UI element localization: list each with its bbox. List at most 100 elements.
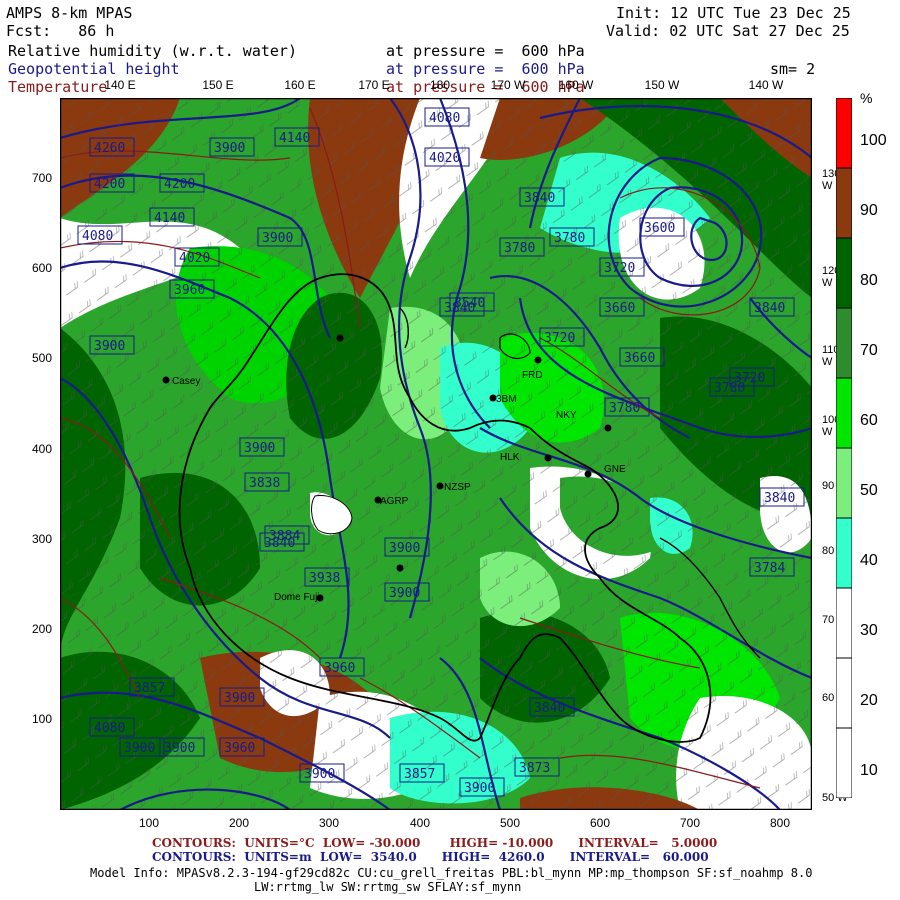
svg-text:3900: 3900 (224, 691, 255, 706)
svg-text:4080: 4080 (429, 111, 460, 126)
place-agrp: AGRP (380, 496, 409, 507)
longitude-top-label: 140 W (748, 78, 784, 92)
svg-text:3900: 3900 (94, 339, 125, 354)
svg-text:3900: 3900 (389, 541, 420, 556)
place-nky: NKY (556, 410, 577, 421)
svg-text:3720: 3720 (604, 261, 635, 276)
field-height-level: at pressure = 600 hPa (386, 60, 585, 78)
colorbar-segment (836, 167, 852, 239)
colorbar-segment (836, 727, 852, 798)
x-tick-label: 700 (679, 816, 701, 830)
longitude-top-label: 180 (429, 78, 451, 92)
y-tick-label: 200 (31, 622, 52, 636)
svg-text:4020: 4020 (179, 251, 210, 266)
svg-text:3938: 3938 (309, 571, 340, 586)
colorbar-label: 90 (860, 202, 878, 219)
colorbar-label: 30 (860, 622, 878, 639)
svg-text:3900: 3900 (244, 441, 275, 456)
height-contour-info: CONTOURS: UNITS=m LOW= 3540.0 HIGH= 4260… (152, 850, 709, 864)
colorbar-segment (836, 587, 852, 659)
svg-text:3660: 3660 (624, 351, 655, 366)
place-gne: GNE (604, 464, 626, 475)
rh-colorbar (836, 98, 852, 798)
y-tick-label: 700 (31, 171, 52, 185)
x-tick-label: 600 (589, 816, 611, 830)
svg-text:3540: 3540 (454, 296, 485, 311)
svg-text:3840: 3840 (534, 701, 565, 716)
rh-height-temp-map: 3BM FRD NZSP AGRP HLK NKY GNE Dome Fuji … (60, 98, 812, 810)
svg-text:3780: 3780 (504, 241, 535, 256)
longitude-top-label: 150 W (644, 78, 680, 92)
colorbar-segment (836, 237, 852, 309)
colorbar-unit: % (860, 90, 873, 106)
svg-text:4140: 4140 (154, 211, 185, 226)
model-info-line2: LW:rrtmg_lw SW:rrtmg_sw SFLAY:sf_mynn (254, 880, 522, 894)
svg-text:3838: 3838 (249, 476, 280, 491)
place-hlk: HLK (500, 452, 520, 463)
svg-text:4260: 4260 (94, 141, 125, 156)
colorbar-segment (836, 447, 852, 519)
y-tick-label: 300 (31, 532, 52, 546)
model-title: AMPS 8-km MPAS (6, 4, 133, 22)
longitude-top-label: 170 W (490, 78, 526, 92)
x-tick-label: 200 (228, 816, 250, 830)
svg-text:3900: 3900 (389, 586, 420, 601)
svg-text:4140: 4140 (279, 131, 310, 146)
svg-text:4020: 4020 (429, 151, 460, 166)
colorbar-label: 70 (860, 342, 878, 359)
svg-text:3960: 3960 (224, 741, 255, 756)
colorbar-label: 80 (860, 272, 878, 289)
svg-text:3884: 3884 (269, 529, 300, 544)
forecast-hour: Fcst: 86 h (6, 22, 115, 40)
svg-text:3900: 3900 (214, 141, 245, 156)
svg-text:4080: 4080 (94, 721, 125, 736)
colorbar-segment (836, 98, 852, 169)
field-rh-name: Relative humidity (w.r.t. water) (8, 42, 297, 60)
svg-text:3900: 3900 (124, 741, 155, 756)
smoothing-label: sm= 2 (770, 60, 816, 78)
colorbar-segment (836, 307, 852, 379)
svg-text:3873: 3873 (519, 761, 550, 776)
y-tick-label: 500 (31, 351, 52, 365)
longitude-top-label: 150 E (202, 78, 234, 92)
svg-text:3900: 3900 (262, 231, 293, 246)
x-tick-label: 300 (318, 816, 340, 830)
colorbar-label: 50 (860, 482, 878, 499)
svg-text:3784: 3784 (754, 561, 785, 576)
colorbar-label: 10 (860, 762, 878, 779)
svg-text:3660: 3660 (604, 301, 635, 316)
svg-text:3857: 3857 (134, 681, 165, 696)
place-dome-fuji: Dome Fuji (274, 592, 320, 603)
x-tick-label: 800 (769, 816, 791, 830)
colorbar-label: 60 (860, 412, 878, 429)
y-tick-label: 600 (31, 261, 52, 275)
longitude-top-label: 140 E (104, 78, 136, 92)
place-nzsp: NZSP (444, 482, 471, 493)
svg-text:3900: 3900 (304, 767, 335, 782)
colorbar-segment (836, 657, 852, 729)
colorbar-segment (836, 517, 852, 589)
svg-text:3720: 3720 (544, 331, 575, 346)
field-temp-name: Temperature (8, 78, 108, 96)
svg-text:3600: 3600 (644, 221, 675, 236)
temperature-contour-info: CONTOURS: UNITS=°C LOW= -30.000 HIGH= -1… (152, 836, 718, 850)
y-tick-label: 400 (31, 442, 52, 456)
place-casey: Casey (172, 376, 200, 387)
svg-text:3840: 3840 (764, 491, 795, 506)
svg-text:3780: 3780 (609, 401, 640, 416)
svg-text:3840: 3840 (754, 301, 785, 316)
svg-text:3960: 3960 (174, 283, 205, 298)
place-frd: FRD (522, 370, 543, 381)
y-tick-label: 100 (31, 712, 52, 726)
colorbar-label: 100 (860, 132, 887, 149)
longitude-top-label: 160 E (284, 78, 316, 92)
x-tick-label: 400 (409, 816, 431, 830)
field-height-name: Geopotential height (8, 60, 180, 78)
svg-text:3780: 3780 (714, 381, 745, 396)
init-time: Init: 12 UTC Tue 23 Dec 25 (616, 4, 851, 22)
svg-text:3900: 3900 (464, 781, 495, 796)
field-rh-level: at pressure = 600 hPa (386, 42, 585, 60)
svg-text:4200: 4200 (164, 177, 195, 192)
svg-text:3780: 3780 (554, 231, 585, 246)
svg-text:3960: 3960 (324, 661, 355, 676)
